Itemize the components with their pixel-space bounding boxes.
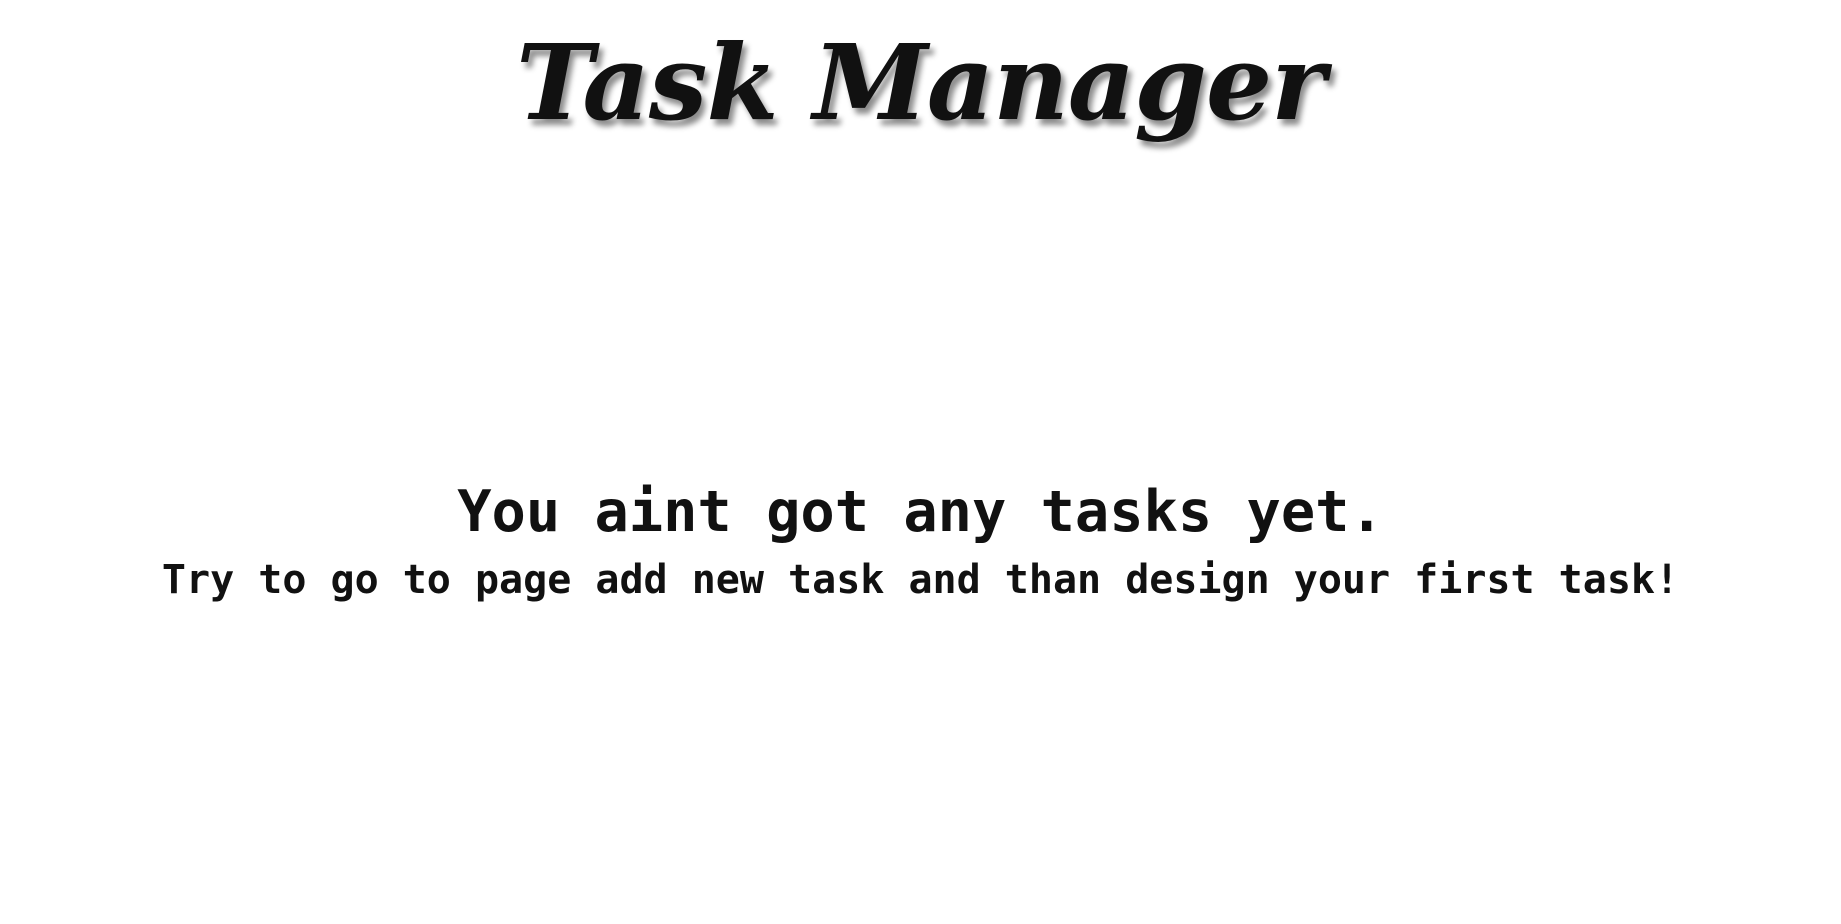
empty-state-hint: Try to go to page add new task and than … — [161, 557, 1680, 603]
empty-state-heading: You aint got any tasks yet. — [457, 479, 1384, 545]
empty-state: You aint got any tasks yet. Try to go to… — [0, 472, 1841, 608]
task-manager-page: Task Manager You aint got any tasks yet.… — [0, 0, 1841, 924]
page-title: Task Manager — [516, 21, 1326, 144]
